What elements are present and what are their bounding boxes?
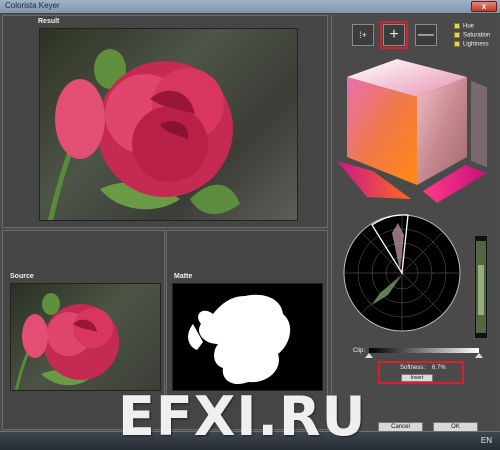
title-bar[interactable]: Colorista Keyer x: [0, 0, 500, 14]
result-label: Result: [38, 18, 60, 25]
softness-group: Softness: 6.7% Invert: [378, 361, 464, 384]
checkbox-icon: [454, 41, 460, 47]
luminance-strip[interactable]: [474, 235, 488, 339]
subtract-sample-button[interactable]: —: [415, 24, 437, 46]
control-panel: ⁞+ + — Hue Saturation Lightness Clip: So…: [331, 15, 498, 432]
window-title: Colorista Keyer: [5, 1, 60, 10]
clip-low-handle[interactable]: [365, 353, 373, 358]
clip-slider[interactable]: [369, 348, 479, 353]
checkbox-icon: [454, 32, 460, 38]
result-image: [39, 28, 298, 221]
hue-checkbox[interactable]: Hue: [454, 23, 474, 30]
invert-button[interactable]: Invert: [401, 374, 433, 382]
add-sample-button[interactable]: +: [383, 24, 405, 46]
saturation-checkbox[interactable]: Saturation: [454, 32, 490, 39]
keyer-window: Colorista Keyer x Result Source Matte ⁞+…: [0, 0, 500, 450]
hue-polar-scope[interactable]: [342, 213, 462, 333]
checkbox-icon: [454, 23, 460, 29]
clip-label: Clip:: [353, 348, 366, 354]
sample-picker-button[interactable]: ⁞+: [352, 24, 374, 46]
window-close-button[interactable]: x: [471, 1, 497, 12]
watermark-text: EFXI.RU: [118, 385, 367, 448]
softness-value[interactable]: 6.7%: [432, 365, 446, 371]
lightness-checkbox[interactable]: Lightness: [454, 41, 489, 48]
language-indicator[interactable]: EN: [481, 436, 492, 445]
matte-label: Matte: [174, 273, 193, 280]
matte-image: [172, 283, 323, 391]
plus-icon: +: [389, 26, 399, 43]
sample-picker-icon: ⁞+: [359, 30, 367, 40]
source-label: Source: [10, 273, 34, 280]
result-panel: Result: [2, 15, 328, 228]
clip-high-handle[interactable]: [475, 353, 483, 358]
color-cube[interactable]: [337, 57, 497, 207]
softness-label: Softness:: [400, 365, 426, 371]
minus-icon: —: [418, 26, 434, 43]
source-image: [10, 283, 161, 391]
